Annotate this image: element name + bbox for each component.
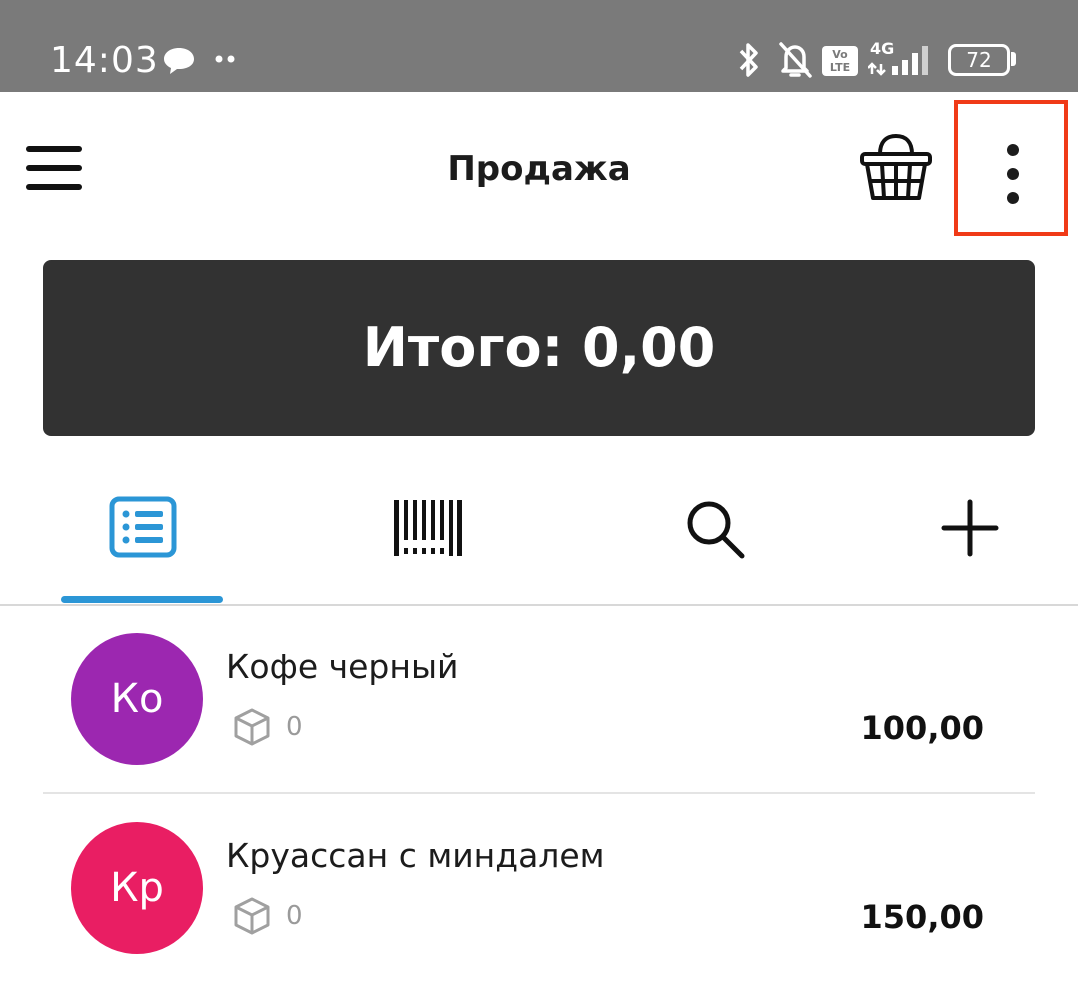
bluetooth-icon bbox=[739, 43, 758, 77]
status-time: 14:03 bbox=[50, 40, 159, 81]
box-icon bbox=[234, 708, 270, 746]
tab-barcode[interactable] bbox=[330, 460, 530, 606]
more-notifications-icon bbox=[215, 55, 235, 63]
basket-icon bbox=[860, 133, 932, 200]
avatar: Кр bbox=[71, 822, 203, 954]
basket-button[interactable] bbox=[858, 132, 934, 204]
product-item-coffee[interactable]: Ко Кофе черный 0 100,00 bbox=[0, 606, 1078, 794]
product-price: 100,00 bbox=[860, 709, 984, 747]
tab-add[interactable] bbox=[890, 460, 1050, 606]
stock-count: 0 bbox=[286, 901, 303, 931]
box-icon bbox=[234, 897, 270, 935]
product-name: Кофе черный bbox=[226, 647, 459, 686]
status-bar: 14:03 Vo LTE 4G 72 bbox=[0, 0, 1078, 92]
battery-tip bbox=[1011, 52, 1016, 66]
list-divider bbox=[43, 792, 1035, 794]
product-price: 150,00 bbox=[860, 898, 984, 936]
list-icon bbox=[109, 496, 177, 558]
stock-count: 0 bbox=[286, 712, 303, 742]
notifications-off-icon bbox=[779, 42, 812, 78]
active-tab-indicator bbox=[61, 596, 223, 603]
signal-strength-icon bbox=[868, 46, 928, 76]
tab-bar bbox=[0, 460, 1078, 606]
toolbar: Продажа bbox=[0, 92, 1078, 252]
plus-icon bbox=[941, 499, 999, 557]
battery-indicator: 72 bbox=[948, 44, 1010, 76]
more-vert-icon bbox=[1007, 192, 1019, 204]
avatar: Ко bbox=[71, 633, 203, 765]
product-name: Круассан с миндалем bbox=[226, 836, 605, 875]
product-item-croissant[interactable]: Кр Круассан с миндалем 0 150,00 bbox=[0, 795, 1078, 983]
tab-search[interactable] bbox=[620, 460, 810, 606]
barcode-icon bbox=[394, 500, 462, 556]
more-vert-icon bbox=[1007, 144, 1019, 156]
volte-badge: Vo LTE bbox=[822, 46, 858, 76]
total-banner: Итого: 0,00 bbox=[43, 260, 1035, 436]
chat-bubble-icon bbox=[164, 48, 194, 74]
search-icon bbox=[687, 501, 745, 559]
more-vert-icon bbox=[1007, 168, 1019, 180]
tab-list[interactable] bbox=[61, 460, 223, 606]
more-options-button[interactable] bbox=[954, 100, 1068, 236]
